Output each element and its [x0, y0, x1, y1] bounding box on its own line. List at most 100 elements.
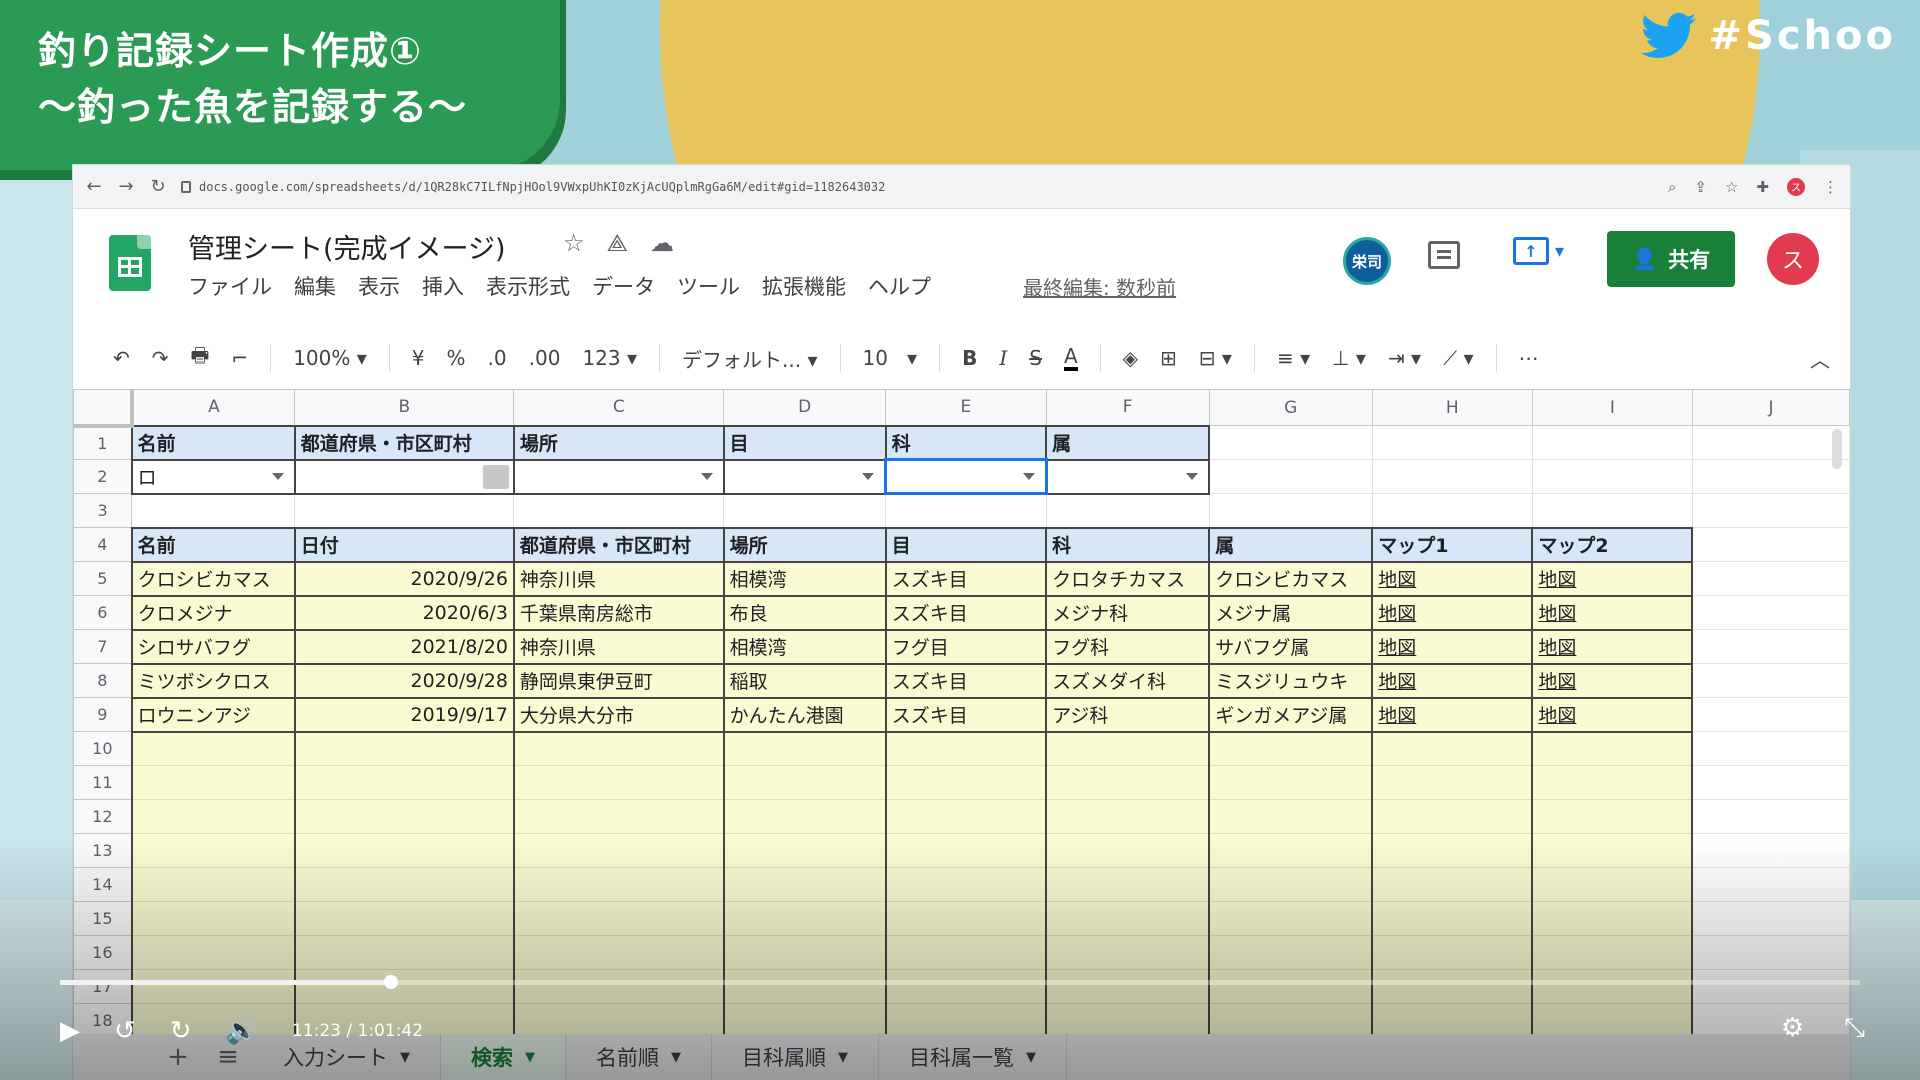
cell[interactable] — [884, 765, 1048, 800]
browser-menu-icon[interactable]: ⋮ — [1823, 178, 1838, 196]
cell[interactable] — [1691, 595, 1850, 630]
data-cell[interactable]: 2020/9/26 — [293, 560, 515, 597]
select-all-corner[interactable] — [73, 389, 134, 428]
data-cell[interactable]: 2021/8/20 — [293, 628, 515, 665]
cell[interactable] — [1371, 1003, 1534, 1038]
video-progress-bar[interactable] — [60, 975, 1860, 989]
data-cell[interactable]: 相模湾 — [722, 628, 887, 665]
result-header-cell[interactable]: マップ2 — [1531, 526, 1694, 563]
menu-extensions[interactable]: 拡張機能 — [762, 271, 846, 301]
data-cell[interactable]: スズキ目 — [884, 560, 1048, 597]
cell[interactable] — [1045, 833, 1211, 868]
column-header[interactable]: B — [294, 389, 515, 426]
prefecture-filter-cell[interactable] — [293, 458, 515, 495]
play-icon[interactable]: ▶ — [60, 1016, 80, 1046]
data-cell[interactable]: アジ科 — [1045, 696, 1211, 733]
sheets-logo-icon[interactable] — [109, 235, 151, 291]
cell[interactable] — [723, 493, 887, 528]
data-cell[interactable]: ミツボシクロス — [130, 662, 296, 699]
horizontal-align-icon[interactable]: ≡ ▾ — [1277, 346, 1310, 370]
spreadsheet-grid[interactable]: A B C D E F G H I J 1 名前 都道府県・市区町村 場所 目 … — [73, 389, 1850, 1039]
column-header[interactable]: H — [1371, 389, 1533, 426]
search-header-cell[interactable]: 場所 — [512, 424, 725, 461]
cell[interactable] — [1691, 663, 1850, 698]
name-filter-dropdown[interactable]: ロ — [130, 458, 296, 495]
cell[interactable] — [130, 731, 296, 766]
order-filter-dropdown[interactable] — [722, 458, 887, 495]
cell[interactable] — [512, 1003, 725, 1038]
result-header-cell[interactable]: 目 — [884, 526, 1048, 563]
cell[interactable] — [722, 731, 887, 766]
data-cell[interactable]: クロシビカマス — [1208, 560, 1374, 597]
row-header[interactable]: 8 — [73, 663, 133, 698]
menu-tools[interactable]: ツール — [677, 271, 740, 301]
cell[interactable] — [1691, 629, 1850, 664]
data-cell[interactable]: メジナ科 — [1045, 594, 1211, 631]
row-header[interactable]: 5 — [73, 561, 133, 596]
move-to-drive-icon[interactable]: ⟁ — [607, 229, 628, 257]
bookmark-star-icon[interactable]: ☆ — [1725, 178, 1738, 196]
search-header-cell[interactable]: 都道府県・市区町村 — [293, 424, 515, 461]
data-cell[interactable]: 千葉県南房総市 — [512, 594, 725, 631]
cell[interactable] — [1371, 969, 1534, 1004]
data-cell[interactable]: フグ科 — [1045, 628, 1211, 665]
cell[interactable] — [130, 765, 296, 800]
volume-icon[interactable]: 🔊 — [226, 1016, 258, 1046]
data-cell[interactable]: クロメジナ — [130, 594, 296, 631]
map-link[interactable]: 地図 — [1371, 594, 1534, 631]
collaborator-avatar[interactable]: 栄司 — [1343, 237, 1391, 285]
collapse-menus-icon[interactable]: ︿ — [1810, 344, 1830, 373]
last-edit-link[interactable]: 最終編集: 数秒前 — [1023, 272, 1176, 301]
cell[interactable] — [722, 833, 887, 868]
cell[interactable] — [1531, 459, 1693, 494]
cell[interactable] — [130, 833, 296, 868]
cell[interactable] — [1691, 901, 1850, 936]
data-cell[interactable]: 静岡県東伊豆町 — [512, 662, 725, 699]
cell[interactable] — [722, 867, 887, 902]
cell[interactable] — [1691, 425, 1850, 460]
cell[interactable] — [1371, 425, 1533, 460]
cell[interactable] — [1531, 935, 1694, 970]
cell[interactable] — [1208, 833, 1374, 868]
cell[interactable] — [512, 765, 725, 800]
row-header[interactable]: 11 — [73, 765, 133, 800]
cell[interactable] — [1208, 867, 1374, 902]
share-button[interactable]: 👤 共有 — [1607, 231, 1735, 287]
cell[interactable] — [1208, 799, 1374, 834]
cell[interactable] — [1691, 493, 1850, 528]
cell[interactable] — [722, 765, 887, 800]
cell[interactable] — [130, 969, 296, 1004]
data-cell[interactable]: ロウニンアジ — [130, 696, 296, 733]
cell[interactable] — [1531, 799, 1694, 834]
paint-format-icon[interactable]: ⌐ — [231, 346, 248, 370]
data-cell[interactable]: シロサバフグ — [130, 628, 296, 665]
menu-data[interactable]: データ — [592, 271, 655, 301]
row-header[interactable]: 16 — [73, 935, 133, 970]
cell[interactable] — [293, 731, 515, 766]
cell[interactable] — [1531, 969, 1694, 1004]
cell[interactable] — [1371, 731, 1534, 766]
cell[interactable] — [1208, 901, 1374, 936]
text-rotate-icon[interactable]: ⟋ ▾ — [1443, 346, 1473, 370]
family-filter-dropdown[interactable] — [884, 458, 1048, 495]
data-cell[interactable]: 相模湾 — [722, 560, 887, 597]
data-cell[interactable]: クロタチカマス — [1045, 560, 1211, 597]
tab-name-order[interactable]: 名前順 ▼ — [566, 1034, 712, 1080]
reload-icon[interactable]: ↻ — [149, 176, 167, 197]
cell[interactable] — [512, 901, 725, 936]
extensions-puzzle-icon[interactable]: ✚ — [1756, 178, 1769, 196]
row-header[interactable]: 2 — [73, 459, 133, 494]
forward-arrow-icon[interactable]: → — [117, 176, 135, 197]
cell[interactable] — [884, 867, 1048, 902]
cell[interactable] — [1371, 493, 1533, 528]
data-cell[interactable]: 稲取 — [722, 662, 887, 699]
map-link[interactable]: 地図 — [1531, 594, 1694, 631]
document-title[interactable]: 管理シート(完成イメージ) — [188, 227, 506, 266]
column-header[interactable]: C — [513, 389, 725, 426]
data-cell[interactable]: 神奈川県 — [512, 628, 725, 665]
more-formats-select[interactable]: 123 ▾ — [582, 346, 637, 370]
cell[interactable] — [1045, 867, 1211, 902]
cell[interactable] — [1531, 867, 1694, 902]
cell[interactable] — [1045, 969, 1211, 1004]
tab-taxonomy-order[interactable]: 目科属順 ▼ — [712, 1034, 879, 1080]
